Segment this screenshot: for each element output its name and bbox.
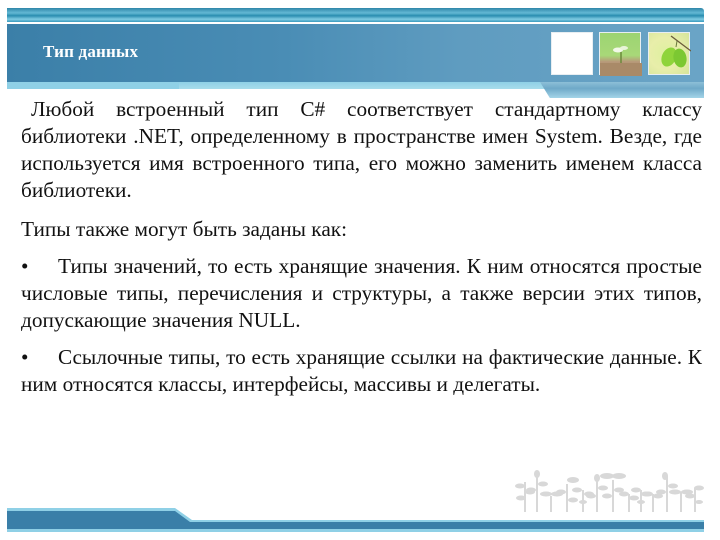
header-top-stripe — [7, 8, 352, 22]
bullet-text: Типы значений, то есть хранящие значения… — [21, 254, 702, 332]
blank-image — [551, 32, 593, 75]
bullet-text: Ссылочные типы, то есть хранящие ссылки … — [21, 345, 702, 396]
bullet-marker: • — [21, 345, 29, 369]
sprout-leaf-right — [620, 46, 628, 50]
soil — [600, 63, 642, 76]
bullet-reference-types: • Ссылочные типы, то есть хранящие ссылки… — [21, 344, 702, 398]
slide-title: Тип данных — [43, 42, 139, 61]
paragraph-builtin-types: Любой встроенный тип C# соответствует ст… — [21, 97, 702, 202]
slide-body: Любой встроенный тип C# соответствует ст… — [21, 96, 702, 398]
footer-bar — [7, 508, 704, 532]
bullet-value-types: • Типы значений, то есть хранящие значени… — [21, 253, 702, 334]
header-top-stripe-right — [352, 8, 704, 22]
sprout-image — [599, 32, 642, 76]
bullet-marker: • — [21, 254, 29, 278]
leaves-image — [648, 32, 691, 75]
header-underline — [7, 82, 179, 89]
leaf-stem — [675, 40, 678, 48]
paragraph-types-intro: Типы также могут быть заданы как: — [21, 217, 348, 241]
plants-silhouette — [515, 470, 704, 512]
